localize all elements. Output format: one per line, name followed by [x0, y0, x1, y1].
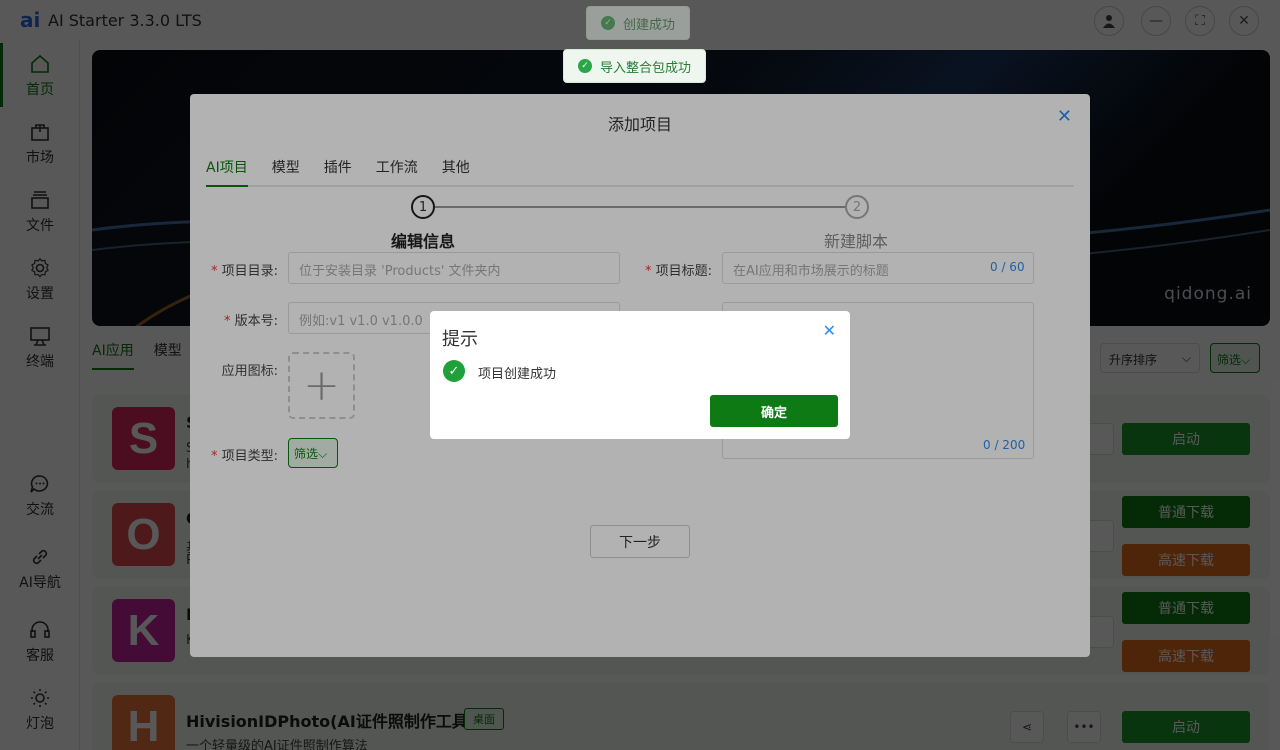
confirm-button[interactable]: 确定	[710, 395, 838, 427]
message-text: 项目创建成功	[478, 367, 557, 382]
message-box: 提示 ✕ ✓ 项目创建成功 确定	[430, 311, 850, 439]
toast-text: 导入整合包成功	[600, 60, 692, 76]
toast-import: ✓ 导入整合包成功	[563, 49, 707, 83]
message-close-icon[interactable]: ✕	[823, 321, 836, 340]
success-icon: ✓	[443, 360, 465, 382]
check-icon: ✓	[601, 16, 615, 30]
toast-text: 创建成功	[623, 17, 676, 33]
toast-created: ✓ 创建成功	[586, 6, 691, 40]
check-icon: ✓	[578, 59, 592, 73]
message-title: 提示	[442, 329, 478, 350]
